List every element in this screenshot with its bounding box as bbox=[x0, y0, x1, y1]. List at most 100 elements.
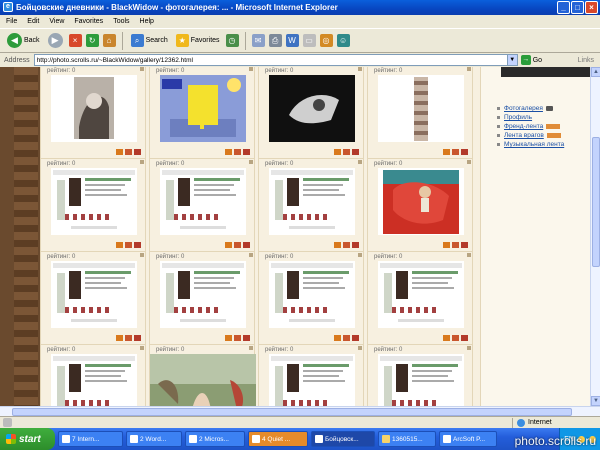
gallery-item[interactable]: рейтинг: 0 bbox=[258, 344, 364, 406]
delete-icon[interactable] bbox=[461, 242, 468, 248]
delete-icon[interactable] bbox=[352, 242, 359, 248]
forward-button[interactable]: ▶ bbox=[46, 31, 65, 51]
gallery-item[interactable]: рейтинг: 0 bbox=[149, 344, 256, 406]
links-button[interactable]: Links bbox=[578, 57, 594, 64]
maximize-button[interactable]: □ bbox=[571, 1, 584, 14]
comment-icon[interactable] bbox=[125, 149, 132, 155]
research-icon[interactable]: ◎ bbox=[319, 34, 333, 47]
task-microsoft[interactable]: 2 Micros... bbox=[185, 431, 245, 447]
gallery-item[interactable]: рейтинг: 0 bbox=[149, 158, 255, 252]
minimize-button[interactable]: _ bbox=[557, 1, 570, 14]
task-ie[interactable]: 7 Intern... bbox=[58, 431, 123, 447]
gallery-thumbnail[interactable] bbox=[269, 261, 355, 328]
comment-icon[interactable] bbox=[234, 335, 241, 341]
history-icon[interactable]: ◷ bbox=[225, 34, 239, 47]
sidebar-link-enemies[interactable]: Лента врагов bbox=[497, 132, 564, 139]
stop-icon[interactable]: × bbox=[68, 34, 82, 47]
gallery-item[interactable]: рейтинг: 0 bbox=[149, 67, 255, 159]
gallery-item[interactable]: рейтинг: 0 bbox=[367, 67, 473, 159]
edit-icon[interactable] bbox=[334, 149, 341, 155]
edit-icon[interactable]: W bbox=[285, 34, 299, 47]
edit-icon[interactable] bbox=[225, 242, 232, 248]
edit-icon[interactable] bbox=[116, 149, 123, 155]
gallery-item[interactable]: рейтинг: 0 bbox=[367, 251, 473, 345]
task-word[interactable]: 2 Word... bbox=[126, 431, 182, 447]
window-titlebar[interactable]: e Бойцовские дневники - BlackWidow - фот… bbox=[0, 0, 600, 15]
comment-icon[interactable] bbox=[125, 242, 132, 248]
comment-icon[interactable] bbox=[234, 242, 241, 248]
sidebar-link-friends[interactable]: Френд-лента bbox=[497, 123, 564, 130]
delete-icon[interactable] bbox=[461, 335, 468, 341]
vertical-scrollbar[interactable]: ▲ ▼ bbox=[590, 67, 600, 406]
back-button[interactable]: ◀ Back bbox=[5, 31, 42, 51]
comment-icon[interactable] bbox=[343, 242, 350, 248]
sidebar-link-profile[interactable]: Профиль bbox=[497, 114, 564, 121]
comment-icon[interactable] bbox=[452, 149, 459, 155]
gallery-thumbnail[interactable] bbox=[51, 168, 137, 235]
gallery-thumbnail[interactable] bbox=[51, 261, 137, 328]
gallery-item[interactable]: рейтинг: 0 bbox=[258, 67, 364, 159]
home-icon[interactable]: ⌂ bbox=[102, 34, 116, 47]
sidebar-link-music[interactable]: Музыкальная лента bbox=[497, 141, 564, 148]
delete-icon[interactable] bbox=[243, 242, 250, 248]
scroll-up-icon[interactable]: ▲ bbox=[591, 67, 600, 77]
gallery-thumbnail[interactable] bbox=[378, 75, 464, 142]
comment-icon[interactable] bbox=[125, 335, 132, 341]
mail-icon[interactable]: ✉ bbox=[251, 34, 265, 47]
delete-icon[interactable] bbox=[243, 335, 250, 341]
menu-edit[interactable]: Edit bbox=[27, 18, 39, 25]
delete-icon[interactable] bbox=[352, 149, 359, 155]
address-input[interactable]: http://photo.scrolls.ru/~BlackWidow/gall… bbox=[33, 54, 518, 66]
refresh-icon[interactable]: ↻ bbox=[85, 34, 99, 47]
scroll-down-icon[interactable]: ▼ bbox=[591, 396, 600, 406]
delete-icon[interactable] bbox=[134, 242, 141, 248]
gallery-item[interactable]: рейтинг: 0 bbox=[258, 158, 364, 252]
gallery-thumbnail[interactable] bbox=[378, 168, 464, 235]
gallery-thumbnail[interactable] bbox=[378, 261, 464, 328]
menu-tools[interactable]: Tools bbox=[113, 18, 129, 25]
gallery-thumbnail[interactable] bbox=[150, 354, 256, 406]
gallery-thumbnail[interactable] bbox=[51, 75, 137, 142]
task-folder[interactable]: 1360515... bbox=[378, 431, 436, 447]
discuss-icon[interactable]: ▭ bbox=[302, 34, 316, 47]
comment-icon[interactable] bbox=[452, 335, 459, 341]
scroll-thumb[interactable] bbox=[592, 137, 600, 267]
gallery-item[interactable]: рейтинг: 0 bbox=[367, 344, 473, 406]
edit-icon[interactable] bbox=[225, 335, 232, 341]
comment-icon[interactable] bbox=[234, 149, 241, 155]
gallery-thumbnail[interactable] bbox=[269, 75, 355, 142]
hscroll-thumb[interactable] bbox=[12, 408, 572, 416]
go-button[interactable]: → Go bbox=[520, 55, 542, 65]
comment-icon[interactable] bbox=[343, 335, 350, 341]
gallery-item[interactable]: рейтинг: 0 bbox=[40, 158, 146, 252]
search-button[interactable]: ⌕ Search bbox=[129, 31, 170, 51]
gallery-item[interactable]: рейтинг: 0 bbox=[40, 67, 146, 159]
edit-icon[interactable] bbox=[443, 149, 450, 155]
gallery-item[interactable]: рейтинг: 0 bbox=[149, 251, 255, 345]
menu-view[interactable]: View bbox=[49, 18, 64, 25]
edit-icon[interactable] bbox=[334, 335, 341, 341]
edit-icon[interactable] bbox=[116, 335, 123, 341]
edit-icon[interactable] bbox=[443, 242, 450, 248]
gallery-item[interactable]: рейтинг: 0 bbox=[40, 344, 146, 406]
start-button[interactable]: start bbox=[0, 428, 55, 450]
delete-icon[interactable] bbox=[243, 149, 250, 155]
menu-help[interactable]: Help bbox=[140, 18, 154, 25]
edit-icon[interactable] bbox=[225, 149, 232, 155]
comment-icon[interactable] bbox=[452, 242, 459, 248]
print-icon[interactable]: ⎙ bbox=[268, 34, 282, 47]
horizontal-scrollbar[interactable] bbox=[0, 406, 600, 416]
gallery-thumbnail[interactable] bbox=[378, 354, 464, 406]
gallery-thumbnail[interactable] bbox=[51, 354, 137, 406]
gallery-thumbnail[interactable] bbox=[160, 75, 246, 142]
gallery-item[interactable]: рейтинг: 0 bbox=[40, 251, 146, 345]
menu-favorites[interactable]: Favorites bbox=[74, 18, 103, 25]
delete-icon[interactable] bbox=[352, 335, 359, 341]
edit-icon[interactable] bbox=[334, 242, 341, 248]
delete-icon[interactable] bbox=[134, 149, 141, 155]
gallery-item[interactable]: рейтинг: 0 bbox=[367, 158, 473, 252]
gallery-thumbnail[interactable] bbox=[269, 168, 355, 235]
favorites-button[interactable]: ★ Favorites bbox=[174, 31, 222, 51]
messenger-icon[interactable]: ☺ bbox=[336, 34, 350, 47]
gallery-thumbnail[interactable] bbox=[160, 168, 246, 235]
